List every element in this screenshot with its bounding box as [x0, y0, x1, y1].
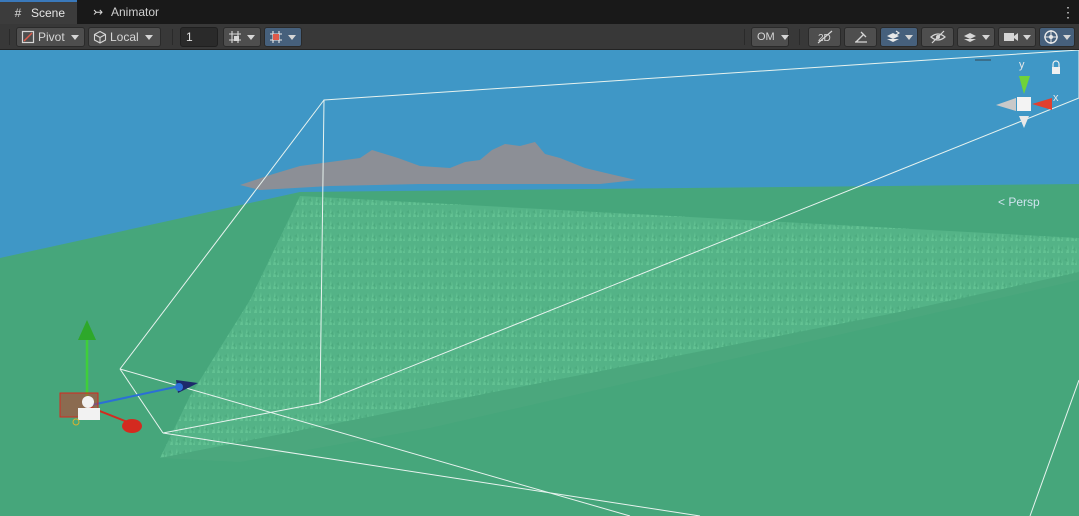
gizmo-x-label: x	[1053, 92, 1059, 104]
chevron-down-icon	[70, 34, 79, 40]
animator-icon: ↣	[92, 5, 104, 19]
layers-dropdown[interactable]	[957, 27, 995, 47]
hidden-objects-toggle-button[interactable]	[921, 27, 954, 47]
pivot-icon	[20, 29, 36, 45]
scene-viewport[interactable]: y x < Persp	[0, 50, 1079, 516]
grid-snap-icon	[227, 29, 243, 45]
camera-icon	[1003, 29, 1019, 45]
tab-animator[interactable]: ↣ Animator	[80, 0, 169, 24]
more-options-icon[interactable]: ⋮	[1061, 3, 1075, 21]
visibility-icon	[929, 29, 946, 45]
tab-bar: # Scene ↣ Animator ⋮	[0, 0, 1079, 24]
gizmos-dropdown[interactable]	[1039, 27, 1075, 47]
om-label: OM	[757, 31, 775, 43]
toolbar-separator	[799, 29, 800, 45]
2d-mode-icon: 2D	[817, 29, 833, 45]
chevron-down-icon	[1063, 34, 1071, 40]
x-axis-arrow[interactable]	[122, 419, 142, 433]
lighting-toggle-button[interactable]	[844, 27, 877, 47]
toolbar-separator	[744, 29, 745, 45]
center-cube[interactable]	[1017, 97, 1031, 111]
grid-visibility-dropdown[interactable]	[264, 27, 302, 47]
toolbar-separator	[172, 29, 173, 45]
tab-scene-label: Scene	[31, 6, 66, 20]
chevron-down-icon	[1023, 34, 1031, 40]
chevron-down-icon	[144, 34, 153, 40]
2d-toggle-button[interactable]: 2D	[808, 27, 841, 47]
gizmo-y-label: y	[1019, 59, 1025, 71]
toolbar-grip	[9, 29, 10, 45]
pivot-dropdown[interactable]: Pivot	[16, 27, 85, 47]
grid-size-input[interactable]: 1	[180, 27, 218, 47]
svg-text:2D: 2D	[818, 33, 831, 44]
chevron-down-icon	[905, 34, 913, 40]
camera-dropdown[interactable]	[998, 27, 1036, 47]
pivot-label: Pivot	[38, 30, 65, 44]
gizmo-icon	[1043, 29, 1059, 45]
tab-animator-label: Animator	[111, 5, 160, 19]
tab-scene[interactable]: # Scene	[0, 0, 77, 24]
effects-icon	[885, 29, 901, 45]
chevron-down-icon	[288, 34, 296, 40]
persp-label: < Persp	[998, 195, 1040, 209]
effects-dropdown[interactable]	[880, 27, 918, 47]
scene-toolbar: Pivot Local 1 OM 2D	[0, 24, 1079, 50]
scene-canvas	[0, 50, 1079, 516]
grid-toggle-icon	[268, 29, 284, 45]
local-dropdown[interactable]: Local	[88, 27, 161, 47]
projection-toggle[interactable]: < Persp	[998, 195, 1040, 209]
layers-icon	[962, 29, 978, 45]
grid-icon: #	[14, 6, 22, 20]
local-label: Local	[110, 30, 139, 44]
cube-icon	[92, 29, 108, 45]
lock-icon[interactable]	[1052, 67, 1060, 74]
lighting-icon	[853, 29, 869, 45]
grid-snap-dropdown[interactable]	[223, 27, 261, 47]
chevron-down-icon	[247, 34, 255, 40]
om-dropdown[interactable]: OM	[751, 27, 789, 47]
chevron-down-icon	[780, 34, 789, 40]
chevron-down-icon	[982, 34, 990, 40]
